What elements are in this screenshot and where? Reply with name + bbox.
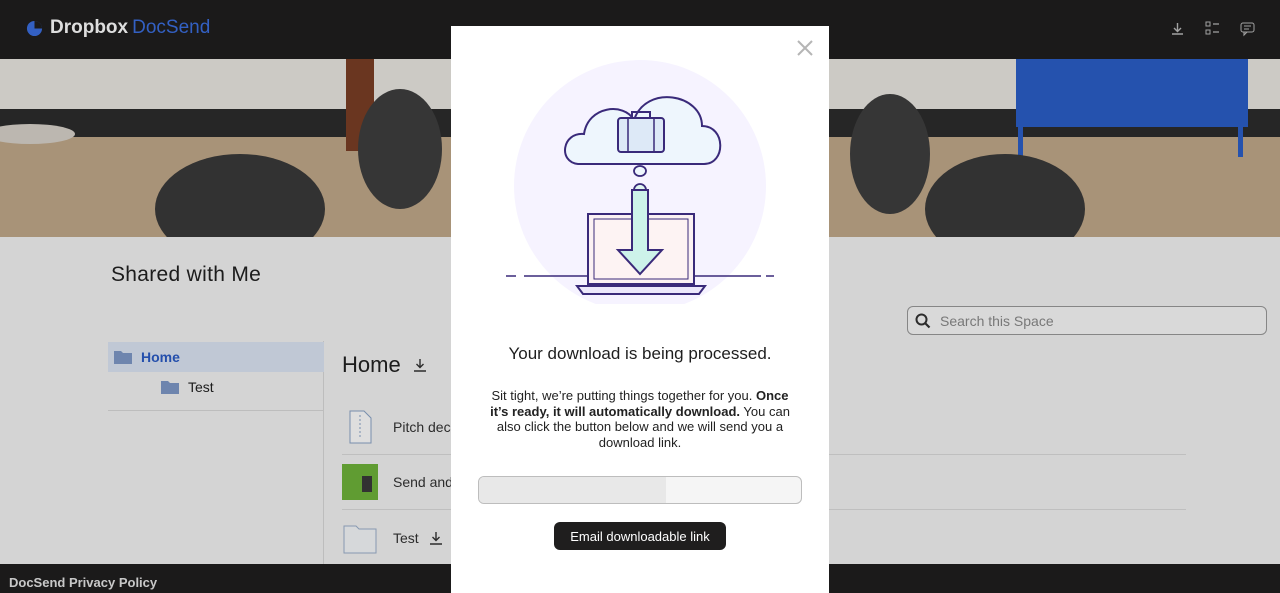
download-modal: Your download is being processed. Sit ti… xyxy=(451,26,829,593)
modal-message: Sit tight, we’re putting things together… xyxy=(490,388,790,450)
email-download-link-button[interactable]: Email downloadable link xyxy=(554,522,726,550)
close-icon[interactable] xyxy=(796,39,814,57)
progress-fill xyxy=(479,477,666,503)
modal-heading: Your download is being processed. xyxy=(508,344,772,363)
download-illustration xyxy=(506,60,774,304)
download-progress-bar xyxy=(478,476,802,504)
